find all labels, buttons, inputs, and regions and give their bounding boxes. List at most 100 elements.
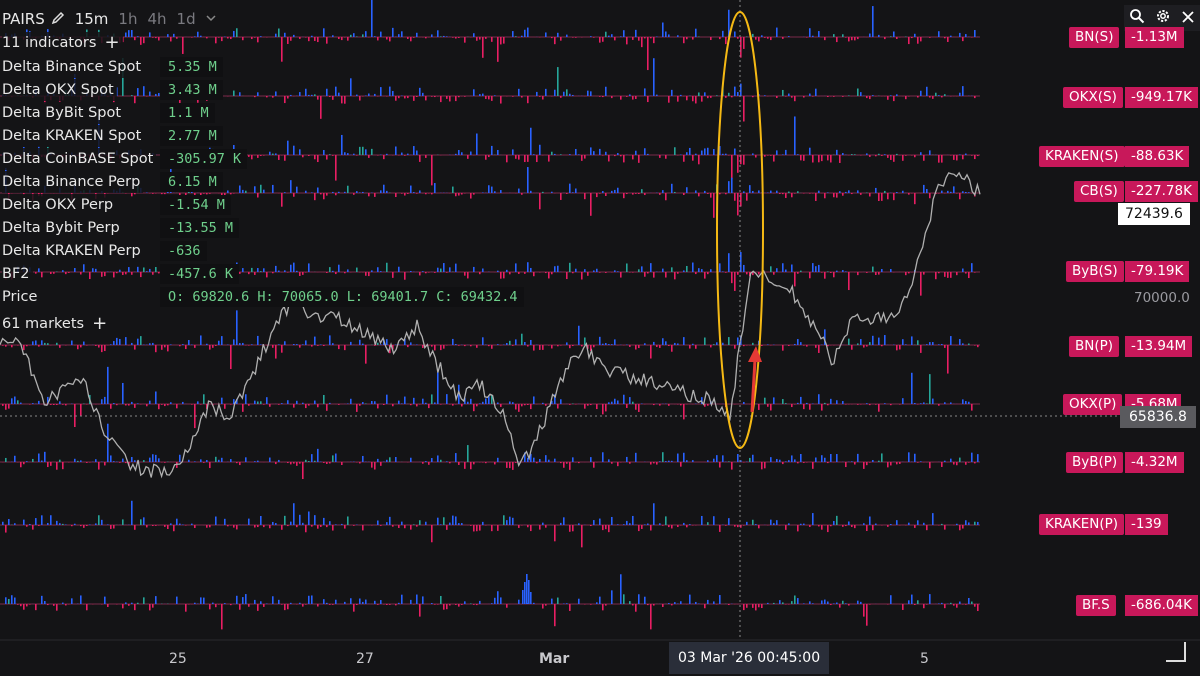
delta-bar <box>710 269 712 272</box>
delta-bar <box>176 37 178 39</box>
delta-bar <box>569 345 571 349</box>
add-market-icon[interactable]: + <box>92 315 107 333</box>
delta-bar <box>548 272 550 279</box>
delta-bar <box>908 272 910 274</box>
delta-bar <box>821 600 823 604</box>
delta-bar <box>629 601 631 604</box>
delta-bar <box>281 403 283 404</box>
delta-bar <box>98 462 100 470</box>
chevron-down-icon[interactable] <box>204 11 220 27</box>
search-icon[interactable] <box>1129 8 1145 28</box>
delta-bar <box>728 253 730 272</box>
delta-bar <box>794 116 796 155</box>
delta-bar <box>737 272 739 275</box>
delta-bar <box>977 604 979 612</box>
delta-bar <box>503 272 505 279</box>
delta-bar <box>686 460 688 462</box>
delta-bar <box>491 96 493 101</box>
chart-canvas[interactable] <box>0 0 1200 676</box>
timeframe-15m[interactable]: 15m <box>73 10 111 28</box>
delta-bar <box>863 604 865 617</box>
delta-bar <box>155 391 157 404</box>
delta-bar <box>908 452 910 462</box>
delta-bar <box>134 96 136 104</box>
delta-bar <box>617 400 619 404</box>
delta-bar <box>602 191 604 193</box>
delta-bar <box>869 342 871 345</box>
delta-bar <box>848 338 850 345</box>
close-icon[interactable] <box>1181 9 1195 28</box>
delta-bar <box>491 525 493 532</box>
pairs-label[interactable]: PAIRS <box>2 10 45 28</box>
delta-bar <box>323 193 325 200</box>
delta-bar <box>305 604 307 605</box>
delta-bar <box>749 457 751 462</box>
delta-bar <box>734 193 736 201</box>
delta-bar <box>689 524 691 525</box>
delta-bar <box>323 462 325 463</box>
delta-bar <box>431 525 433 543</box>
delta-bar <box>929 342 931 345</box>
delta-bar <box>38 400 40 404</box>
delta-bar <box>896 520 898 525</box>
delta-bar <box>215 456 217 462</box>
delta-bar <box>803 345 805 346</box>
delta-bar <box>131 602 133 604</box>
delta-bar <box>278 404 280 405</box>
delta-bar <box>539 459 541 462</box>
delta-bar <box>203 193 205 194</box>
delta-bar <box>299 462 301 464</box>
delta-bar <box>686 187 688 193</box>
delta-bar <box>302 522 304 525</box>
delta-bar <box>968 192 970 193</box>
delta-bar <box>152 272 154 275</box>
delta-bar <box>653 37 655 44</box>
delta-bar <box>683 404 685 420</box>
delta-bar <box>746 521 748 525</box>
pencil-icon[interactable] <box>51 11 67 27</box>
delta-bar <box>395 146 397 155</box>
add-indicator-icon[interactable]: + <box>104 34 119 52</box>
delta-bar <box>584 337 586 345</box>
delta-bar <box>668 460 670 462</box>
delta-bar <box>434 183 436 193</box>
delta-bar <box>830 604 832 606</box>
delta-bar <box>524 404 526 406</box>
delta-bar <box>659 345 661 348</box>
delta-bar <box>215 516 217 525</box>
delta-bar <box>713 149 715 155</box>
delta-bar <box>248 345 250 346</box>
delta-bar <box>968 598 970 604</box>
delta-bar <box>644 343 646 345</box>
delta-bar <box>431 345 433 347</box>
timeframe-1h[interactable]: 1h <box>116 10 139 28</box>
delta-bar <box>641 525 643 529</box>
delta-bar <box>599 193 601 194</box>
delta-bar <box>167 404 169 406</box>
delta-bar <box>605 342 607 345</box>
delta-bar <box>959 525 961 531</box>
badge-value: -949.17K <box>1125 87 1198 108</box>
delta-bar <box>953 604 955 606</box>
gear-icon[interactable] <box>1155 8 1171 28</box>
delta-bar <box>446 36 448 37</box>
timeframe-1d[interactable]: 1d <box>175 10 198 28</box>
delta-bar <box>5 597 7 604</box>
delta-bar <box>578 598 580 604</box>
timeframe-4h[interactable]: 4h <box>145 10 168 28</box>
delta-bar <box>938 155 940 163</box>
delta-bar <box>230 345 232 370</box>
delta-bar <box>950 191 952 193</box>
delta-bar <box>638 193 640 195</box>
delta-bar <box>359 146 361 155</box>
delta-bar <box>473 193 475 195</box>
delta-bar <box>959 601 961 604</box>
delta-bar <box>566 89 568 96</box>
delta-bar <box>635 452 637 462</box>
delta-bar <box>938 95 940 96</box>
delta-bar <box>305 37 307 38</box>
delta-bar <box>608 459 610 462</box>
delta-bar <box>890 524 892 525</box>
resize-corner-icon[interactable] <box>1166 642 1186 662</box>
delta-bar <box>545 404 547 406</box>
